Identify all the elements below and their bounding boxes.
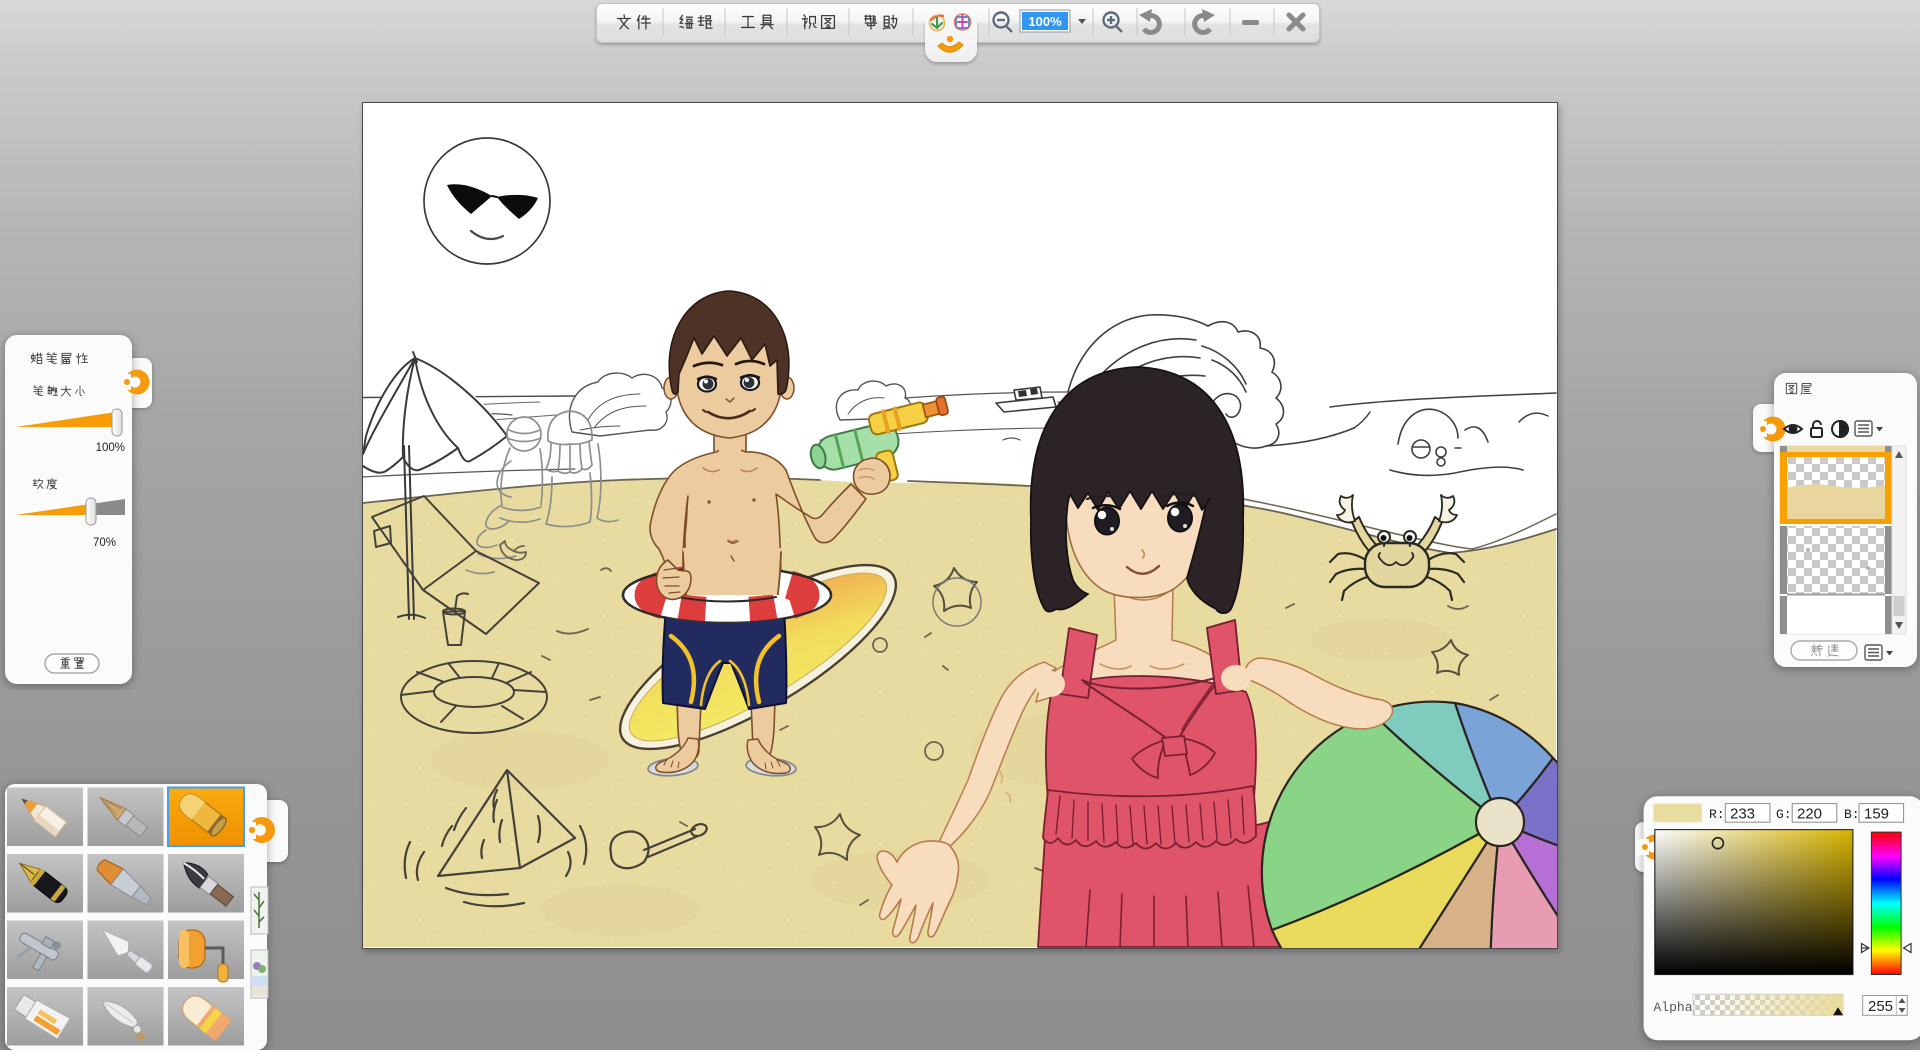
svg-text:255: 255 <box>1868 998 1893 1015</box>
svg-text:Alpha: Alpha <box>1654 1000 1693 1015</box>
svg-text:100%: 100% <box>96 442 125 454</box>
svg-text:70%: 70% <box>93 537 116 549</box>
svg-text:B:: B: <box>1844 807 1860 822</box>
svg-text:159: 159 <box>1864 806 1889 823</box>
svg-text:220: 220 <box>1797 806 1822 823</box>
svg-text:100%: 100% <box>1028 14 1062 29</box>
svg-text:G:: G: <box>1776 807 1792 822</box>
svg-text:233: 233 <box>1730 806 1755 823</box>
svg-text:R:: R: <box>1709 807 1725 822</box>
